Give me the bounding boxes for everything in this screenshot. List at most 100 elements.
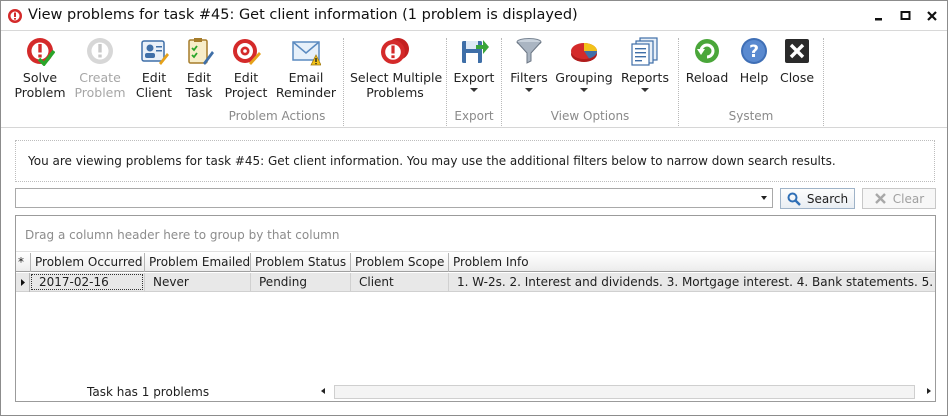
help-label: Help <box>739 70 769 85</box>
solve-problem-icon <box>27 38 55 66</box>
group-problem-actions: Solve Problem Create Problem Edit Client… <box>1 32 343 128</box>
column-header-problem-info[interactable]: Problem Info <box>449 253 935 272</box>
grid-header-row: * Problem Occurred Problem Emailed Probl… <box>16 253 935 272</box>
chevron-down-icon[interactable] <box>761 196 767 200</box>
help-icon: ? <box>741 38 767 64</box>
edit-task-icon <box>188 38 214 65</box>
table-row[interactable]: 2017-02-16 Never Pending Client 1. W-2s.… <box>16 273 935 292</box>
search-button-label: Search <box>806 191 849 206</box>
email-reminder-label: Email Reminder <box>275 70 337 100</box>
reload-icon <box>695 39 719 63</box>
row-indicator[interactable] <box>16 273 30 292</box>
group-by-panel[interactable]: Drag a column header here to group by th… <box>16 216 935 252</box>
group-label-system: System <box>728 109 774 123</box>
edit-project-icon <box>233 39 261 65</box>
create-problem-icon <box>87 38 113 64</box>
svg-text:?: ? <box>749 42 759 62</box>
info-text: You are viewing problems for task #45: G… <box>28 154 836 168</box>
window-controls <box>873 9 939 23</box>
column-header-problem-scope[interactable]: Problem Scope <box>351 253 449 272</box>
ribbon-toolbar: Solve Problem Create Problem Edit Client… <box>1 32 947 128</box>
filter-icon <box>516 38 542 64</box>
column-header-problem-occurred[interactable]: Problem Occurred <box>31 253 145 272</box>
edit-client-icon <box>141 40 169 65</box>
filters-button[interactable]: Filters <box>508 36 550 108</box>
close-icon <box>785 39 809 63</box>
chevron-down-icon <box>525 88 533 92</box>
window-title: View problems for task #45: Get client i… <box>28 7 578 23</box>
minimize-button[interactable] <box>873 9 887 23</box>
export-icon <box>462 40 489 63</box>
search-icon <box>787 192 801 206</box>
row-count-summary: Task has 1 problems <box>87 385 210 399</box>
maximize-icon <box>900 11 911 20</box>
column-header-problem-status[interactable]: Problem Status <box>251 253 351 272</box>
header-indicator[interactable]: * <box>16 253 31 272</box>
help-button[interactable]: ? Help <box>733 36 775 108</box>
grouping-button[interactable]: Grouping <box>554 36 614 108</box>
create-problem-button[interactable]: Create Problem <box>71 36 129 108</box>
reports-label: Reports <box>621 70 669 85</box>
grid-footer: Task has 1 problems <box>16 382 935 401</box>
reports-button[interactable]: Reports <box>620 36 670 108</box>
group-label-export: Export <box>454 109 494 123</box>
row-pointer-icon <box>21 279 25 286</box>
window-close-button[interactable] <box>925 9 939 23</box>
search-combobox[interactable] <box>15 188 773 208</box>
scrollbar-thumb[interactable] <box>334 385 915 399</box>
chevron-down-icon <box>580 88 588 92</box>
group-label-view-options: View Options <box>550 109 630 123</box>
app-window: View problems for task #45: Get client i… <box>0 0 948 416</box>
cell-problem-emailed[interactable]: Never <box>145 273 251 291</box>
problems-grid: Drag a column header here to group by th… <box>15 215 936 402</box>
maximize-button[interactable] <box>899 9 913 23</box>
reload-label: Reload <box>685 70 729 85</box>
close-button[interactable]: Close <box>777 36 817 108</box>
email-reminder-icon <box>292 41 321 66</box>
title-bar: View problems for task #45: Get client i… <box>1 1 947 31</box>
solve-problem-button[interactable]: Solve Problem <box>9 36 71 108</box>
ribbon-separator <box>823 38 824 126</box>
window-close-icon <box>927 11 937 21</box>
edit-task-label: Edit Task <box>185 70 213 100</box>
column-header-problem-emailed[interactable]: Problem Emailed <box>145 253 251 272</box>
horizontal-scrollbar[interactable] <box>318 384 935 400</box>
export-button[interactable]: Export <box>449 36 499 108</box>
chevron-down-icon <box>641 88 649 92</box>
info-panel: You are viewing problems for task #45: G… <box>15 140 935 182</box>
edit-project-button[interactable]: Edit Project <box>219 36 273 108</box>
filters-label: Filters <box>510 70 548 85</box>
clear-button-label: Clear <box>892 191 925 206</box>
scroll-left-icon[interactable] <box>321 388 325 394</box>
edit-project-label: Edit Project <box>224 70 268 100</box>
edit-client-button[interactable]: Edit Client <box>129 36 179 108</box>
group-export: Export Export <box>447 32 501 128</box>
scroll-right-icon[interactable] <box>927 388 931 394</box>
group-view-options: Filters Grouping Reports View Options <box>502 32 678 128</box>
select-multiple-button[interactable]: Select Multiple Problems <box>350 36 443 108</box>
group-by-hint: Drag a column header here to group by th… <box>25 228 340 242</box>
edit-task-button[interactable]: Edit Task <box>179 36 219 108</box>
group-system: Reload ? Help Close System <box>679 32 823 128</box>
chevron-down-icon <box>470 88 478 92</box>
group-selection: Select Multiple Problems <box>344 32 446 128</box>
cell-problem-status[interactable]: Pending <box>251 273 351 291</box>
email-reminder-button[interactable]: Email Reminder <box>273 36 339 108</box>
edit-client-label: Edit Client <box>135 70 173 100</box>
solve-problem-label: Solve Problem <box>14 70 66 100</box>
search-input[interactable] <box>18 190 754 206</box>
cell-problem-info[interactable]: 1. W-2s. 2. Interest and dividends. 3. M… <box>449 273 935 291</box>
export-label: Export <box>453 70 495 85</box>
minimize-icon <box>875 18 882 21</box>
reload-button[interactable]: Reload <box>683 36 731 108</box>
clear-icon <box>874 193 886 204</box>
select-multiple-label: Select Multiple Problems <box>350 70 443 100</box>
clear-button[interactable]: Clear <box>862 188 936 209</box>
grouping-icon <box>571 43 598 62</box>
reports-icon <box>631 37 658 66</box>
cell-problem-scope[interactable]: Client <box>351 273 449 291</box>
search-button[interactable]: Search <box>780 188 855 209</box>
select-multiple-icon <box>381 38 409 64</box>
create-problem-label: Create Problem <box>74 70 126 100</box>
focus-rectangle <box>31 274 143 290</box>
